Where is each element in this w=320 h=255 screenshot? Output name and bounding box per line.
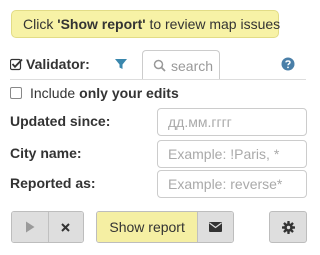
updated-since-label: Updated since: bbox=[10, 113, 111, 129]
hint-banner: Click 'Show report' to review map issues bbox=[11, 10, 281, 38]
envelope-icon bbox=[209, 222, 223, 232]
report-button-group: Show report bbox=[96, 211, 234, 243]
validator-title: Validator: bbox=[26, 56, 90, 72]
show-report-button[interactable]: Show report bbox=[97, 212, 198, 242]
send-report-button[interactable] bbox=[197, 212, 233, 242]
search-tab-label: search bbox=[171, 57, 214, 74]
reported-as-input[interactable] bbox=[157, 170, 307, 198]
header-divider bbox=[10, 79, 306, 80]
validator-header: Validator: search bbox=[10, 50, 306, 80]
include-label-bold: only your edits bbox=[79, 85, 179, 101]
search-icon bbox=[153, 59, 166, 72]
tab-search[interactable]: search bbox=[142, 50, 220, 80]
city-name-row: City name: bbox=[10, 140, 308, 168]
city-name-input[interactable] bbox=[157, 140, 307, 168]
include-own-edits-option[interactable]: Include only your edits bbox=[10, 84, 179, 102]
settings-button[interactable] bbox=[269, 211, 307, 243]
play-button[interactable] bbox=[12, 212, 48, 242]
play-icon bbox=[25, 221, 35, 233]
action-toolbar: Show report bbox=[10, 211, 308, 243]
include-own-edits-checkbox[interactable] bbox=[10, 87, 22, 99]
filter-icon[interactable] bbox=[113, 56, 129, 72]
run-button-group bbox=[11, 211, 84, 243]
updated-since-input[interactable] bbox=[157, 108, 307, 136]
checkbox-checked-icon[interactable] bbox=[10, 58, 23, 71]
close-icon bbox=[61, 222, 70, 232]
clear-button[interactable] bbox=[47, 212, 83, 242]
banner-emphasis: 'Show report' bbox=[57, 16, 146, 32]
gear-icon bbox=[281, 220, 295, 234]
reported-as-label: Reported as: bbox=[10, 175, 96, 191]
city-name-label: City name: bbox=[10, 145, 82, 161]
question-circle-icon[interactable] bbox=[281, 57, 295, 71]
updated-since-row: Updated since: bbox=[10, 108, 308, 136]
banner-suffix: to review map issues bbox=[145, 16, 281, 32]
banner-prefix: Click bbox=[23, 16, 58, 32]
reported-as-row: Reported as: bbox=[10, 170, 308, 198]
include-label-prefix: Include bbox=[30, 85, 76, 101]
validator-toggle[interactable]: Validator: bbox=[10, 56, 90, 72]
